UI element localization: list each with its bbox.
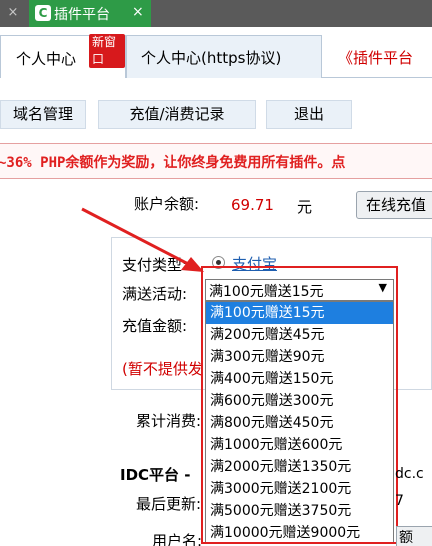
invoice-note: (暂不提供发	[122, 360, 203, 378]
browser-tab-bar: × C 插件平台 ×	[0, 0, 432, 27]
close-icon[interactable]: ×	[5, 5, 21, 21]
tab-label: 插件平台	[54, 7, 110, 23]
recharge-amount-label: 充值金额:	[122, 317, 188, 335]
domain-management-button[interactable]: 域名管理	[0, 100, 86, 129]
online-recharge-button[interactable]: 在线充值	[356, 191, 432, 219]
balance-label: 账户余额:	[134, 195, 200, 213]
username-action-button[interactable]: 额	[396, 526, 432, 546]
idc-platform-label: IDC平台 -	[120, 466, 191, 484]
payment-type-label: 支付类型:	[122, 256, 188, 274]
tab-https-label: 个人中心(https协议)	[141, 49, 282, 67]
balance-unit: 元	[297, 198, 313, 216]
username-label: 用户名:	[152, 532, 203, 546]
tab-personal-center-label: 个人中心	[16, 50, 77, 68]
tab-personal-center-https[interactable]: 个人中心(https协议)	[126, 35, 322, 78]
promo-marquee: ~36% PHP余额作为奖励，让你终身免费用所有插件。点	[0, 143, 432, 179]
highlight-frame	[201, 266, 398, 544]
tab-close-icon[interactable]: ×	[132, 4, 144, 20]
page-tabs: 个人中心 新窗口 个人中心(https协议) 《插件平台	[0, 27, 432, 79]
balance-value: 69.71	[231, 196, 274, 214]
last-update-label: 最后更新:	[136, 495, 202, 513]
idc-link[interactable]: dc.c	[395, 466, 424, 482]
marquee-text: ~36% PHP余额作为奖励，让你终身免费用所有插件。点	[0, 155, 346, 171]
last-update-value: 7	[395, 493, 404, 509]
total-consume-label: 累计消费:	[136, 412, 202, 430]
logout-button[interactable]: 退出	[266, 100, 352, 129]
tab-personal-center[interactable]: 个人中心 新窗口	[0, 34, 126, 79]
new-window-badge[interactable]: 新窗口	[89, 34, 125, 68]
promo-activity-label: 满送活动:	[122, 285, 188, 303]
nav-bar: 域名管理 充值/消费记录 退出	[0, 78, 432, 129]
plugin-logo-icon: C	[35, 5, 51, 21]
plugin-platform-tab[interactable]: C 插件平台 ×	[29, 0, 151, 27]
plugin-platform-link[interactable]: 《插件平台	[338, 47, 413, 68]
recharge-records-button[interactable]: 充值/消费记录	[98, 100, 256, 129]
